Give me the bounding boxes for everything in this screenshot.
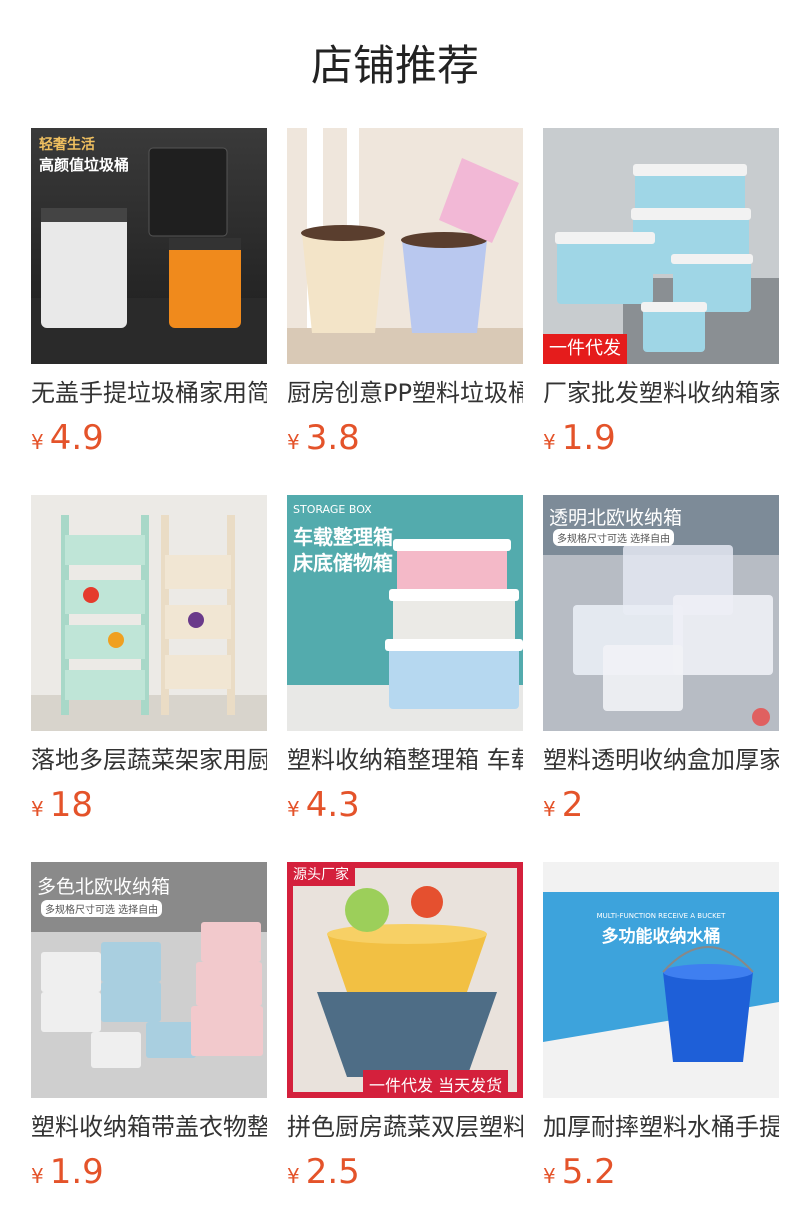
product-price: ¥18 bbox=[31, 785, 267, 831]
product-image[interactable]: 源头厂家 一件代发 当天发货 bbox=[287, 862, 523, 1098]
product-name[interactable]: 无盖手提垃圾桶家用简约 bbox=[31, 376, 267, 410]
product-price: ¥1.9 bbox=[543, 418, 779, 464]
drain-basket-image bbox=[287, 862, 523, 1098]
product-name[interactable]: 塑料收纳箱整理箱 车载 bbox=[287, 743, 523, 777]
product-price: ¥5.2 bbox=[543, 1152, 779, 1198]
price-value: 2 bbox=[561, 785, 584, 825]
product-name[interactable]: 厨房创意PP塑料垃圾桶 bbox=[287, 376, 523, 410]
currency-symbol: ¥ bbox=[31, 430, 44, 454]
image-caption: 高颜值垃圾桶 bbox=[39, 156, 130, 174]
product-price: ¥2 bbox=[543, 785, 779, 831]
vegetable-rack-image bbox=[31, 495, 267, 731]
product-card[interactable]: 厨房创意PP塑料垃圾桶 ¥3.8 bbox=[287, 128, 523, 464]
product-name[interactable]: 厂家批发塑料收纳箱家用 bbox=[543, 376, 779, 410]
image-caption: 多功能收纳水桶 bbox=[601, 927, 721, 947]
product-name[interactable]: 拼色厨房蔬菜双层塑料沥水 bbox=[287, 1110, 523, 1144]
currency-symbol: ¥ bbox=[31, 1164, 44, 1188]
water-bucket-image bbox=[543, 862, 779, 1098]
product-image[interactable]: 透明北欧收纳箱 多规格尺寸可选 选择自由 bbox=[543, 495, 779, 731]
currency-symbol: ¥ bbox=[31, 797, 44, 821]
product-name[interactable]: 塑料透明收纳盒加厚家用 bbox=[543, 743, 779, 777]
promo-badge: 源头厂家 bbox=[287, 862, 355, 886]
price-value: 1.9 bbox=[49, 1152, 104, 1192]
currency-symbol: ¥ bbox=[287, 430, 300, 454]
product-price: ¥2.5 bbox=[287, 1152, 523, 1198]
currency-symbol: ¥ bbox=[543, 797, 556, 821]
product-price: ¥4.9 bbox=[31, 418, 267, 464]
product-card[interactable]: STORAGE BOX 车载整理箱 床底储物箱 塑料收纳箱整理箱 车载 ¥4.3 bbox=[287, 495, 523, 831]
product-price: ¥4.3 bbox=[287, 785, 523, 831]
currency-symbol: ¥ bbox=[287, 1164, 300, 1188]
currency-symbol: ¥ bbox=[543, 430, 556, 454]
image-caption: STORAGE BOX bbox=[293, 503, 372, 516]
currency-symbol: ¥ bbox=[543, 1164, 556, 1188]
product-card[interactable]: 一件代发 厂家批发塑料收纳箱家用 ¥1.9 bbox=[543, 128, 779, 464]
product-card[interactable]: MULTI-FUNCTION RECEIVE A BUCKET 多功能收纳水桶 … bbox=[543, 862, 779, 1198]
price-value: 5.2 bbox=[561, 1152, 616, 1192]
image-caption: 多规格尺寸可选 选择自由 bbox=[553, 529, 675, 546]
image-caption: 轻奢生活 bbox=[39, 137, 95, 153]
promo-badge: 一件代发 当天发货 bbox=[363, 1070, 509, 1098]
image-caption: 床底储物箱 bbox=[293, 551, 393, 575]
product-card[interactable]: 落地多层蔬菜架家用厨房 ¥18 bbox=[31, 495, 267, 831]
product-card[interactable]: 透明北欧收纳箱 多规格尺寸可选 选择自由 塑料透明收纳盒加厚家用 ¥2 bbox=[543, 495, 779, 831]
product-name[interactable]: 加厚耐摔塑料水桶手提家用 bbox=[543, 1110, 779, 1144]
product-price: ¥3.8 bbox=[287, 418, 523, 464]
product-image[interactable]: 轻奢生活 高颜值垃圾桶 bbox=[31, 128, 267, 364]
storage-box-image bbox=[543, 128, 779, 364]
price-value: 2.5 bbox=[305, 1152, 360, 1192]
trash-basket-image bbox=[287, 128, 523, 364]
product-name[interactable]: 落地多层蔬菜架家用厨房 bbox=[31, 743, 267, 777]
image-caption: 多色北欧收纳箱 bbox=[37, 876, 171, 898]
product-price: ¥1.9 bbox=[31, 1152, 267, 1198]
product-card[interactable]: 源头厂家 一件代发 当天发货 拼色厨房蔬菜双层塑料沥水 ¥2.5 bbox=[287, 862, 523, 1198]
image-caption: 透明北欧收纳箱 bbox=[549, 507, 683, 529]
price-value: 4.9 bbox=[49, 418, 104, 458]
promo-badge: 一件代发 bbox=[543, 334, 627, 364]
price-value: 1.9 bbox=[561, 418, 616, 458]
product-image[interactable] bbox=[31, 495, 267, 731]
currency-symbol: ¥ bbox=[287, 797, 300, 821]
price-value: 18 bbox=[49, 785, 93, 825]
product-image[interactable] bbox=[287, 128, 523, 364]
image-caption: MULTI-FUNCTION RECEIVE A BUCKET bbox=[596, 912, 726, 920]
product-card[interactable]: 多色北欧收纳箱 多规格尺寸可选 选择自由 塑料收纳箱带盖衣物整理 ¥1.9 bbox=[31, 862, 267, 1198]
price-value: 3.8 bbox=[305, 418, 360, 458]
product-image[interactable]: STORAGE BOX 车载整理箱 床底储物箱 bbox=[287, 495, 523, 731]
page-title: 店铺推荐 bbox=[310, 41, 479, 90]
product-image[interactable]: 一件代发 bbox=[543, 128, 779, 364]
product-image[interactable]: MULTI-FUNCTION RECEIVE A BUCKET 多功能收纳水桶 bbox=[543, 862, 779, 1098]
product-image[interactable]: 多色北欧收纳箱 多规格尺寸可选 选择自由 bbox=[31, 862, 267, 1098]
product-name[interactable]: 塑料收纳箱带盖衣物整理 bbox=[31, 1110, 267, 1144]
image-caption: 多规格尺寸可选 选择自由 bbox=[41, 900, 163, 917]
product-card[interactable]: 轻奢生活 高颜值垃圾桶 无盖手提垃圾桶家用简约 ¥4.9 bbox=[31, 128, 267, 464]
price-value: 4.3 bbox=[305, 785, 360, 825]
image-caption: 车载整理箱 bbox=[293, 525, 393, 549]
